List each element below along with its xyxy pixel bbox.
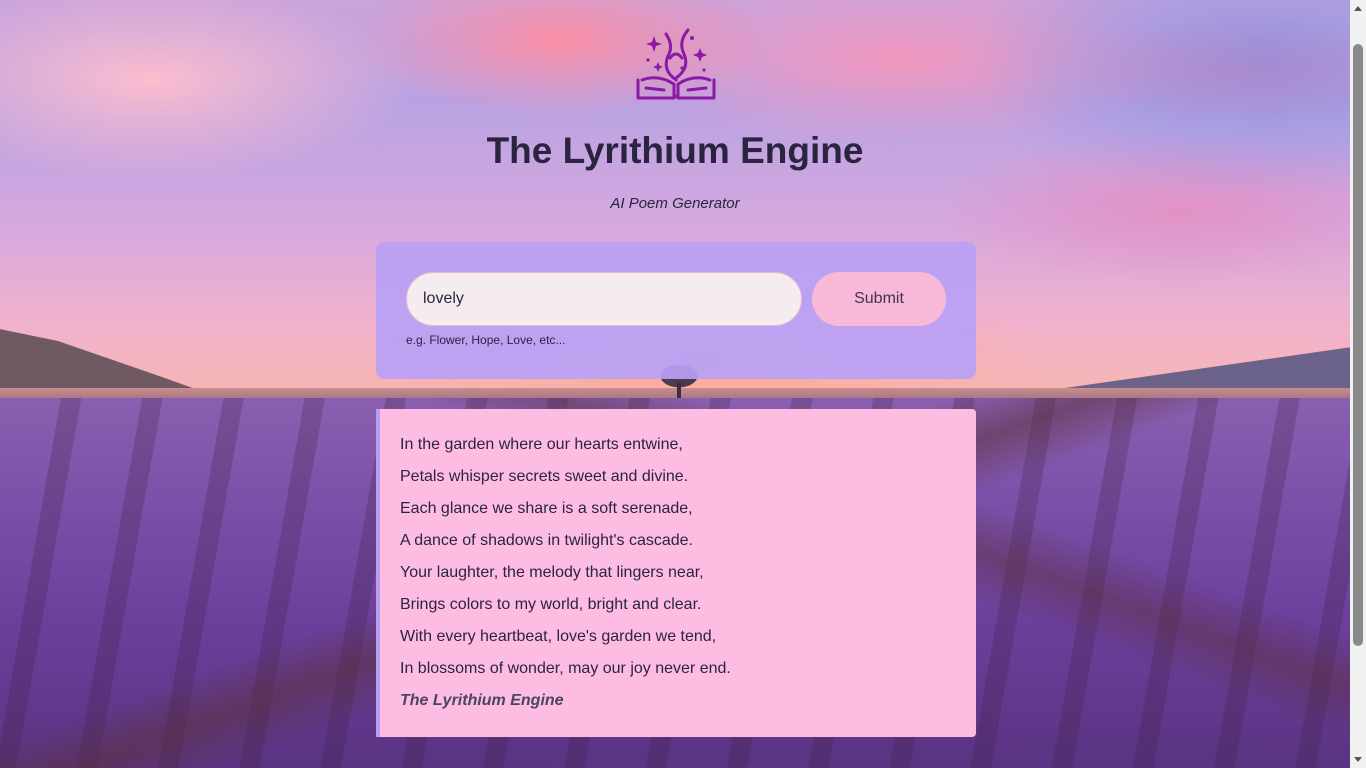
scrollbar-thumb[interactable] (1353, 44, 1363, 646)
poem-form-card: Submit e.g. Flower, Hope, Love, etc... (376, 242, 976, 379)
page-subtitle: AI Poem Generator (610, 195, 740, 212)
poem-output-card: In the garden where our hearts entwine, … (376, 409, 976, 737)
vertical-scrollbar[interactable] (1350, 0, 1366, 768)
poem-line: Your laughter, the melody that lingers n… (400, 564, 704, 581)
poem-book-magic-icon (636, 28, 716, 100)
poem-text: In the garden where our hearts entwine, … (400, 435, 731, 711)
scroll-down-arrow-icon[interactable] (1354, 757, 1362, 762)
poem-line: A dance of shadows in twilight's cascade… (400, 532, 693, 549)
main-content: The Lyrithium Engine AI Poem Generator S… (0, 0, 1350, 768)
poem-line: Brings colors to my world, bright and cl… (400, 596, 702, 613)
poem-line: Each glance we share is a soft serenade, (400, 500, 693, 517)
poem-line: In blossoms of wonder, may our joy never… (400, 660, 731, 677)
scroll-up-arrow-icon[interactable] (1354, 6, 1362, 11)
topic-input[interactable] (406, 272, 802, 326)
poem-line: In the garden where our hearts entwine, (400, 436, 683, 453)
input-hint: e.g. Flower, Hope, Love, etc... (406, 333, 566, 347)
page-title: The Lyrithium Engine (486, 130, 864, 171)
poem-line: Petals whisper secrets sweet and divine. (400, 468, 689, 485)
poem-line: With every heartbeat, love's garden we t… (400, 628, 717, 645)
poem-signature: The Lyrithium Engine (400, 692, 564, 709)
submit-button[interactable]: Submit (812, 272, 946, 326)
